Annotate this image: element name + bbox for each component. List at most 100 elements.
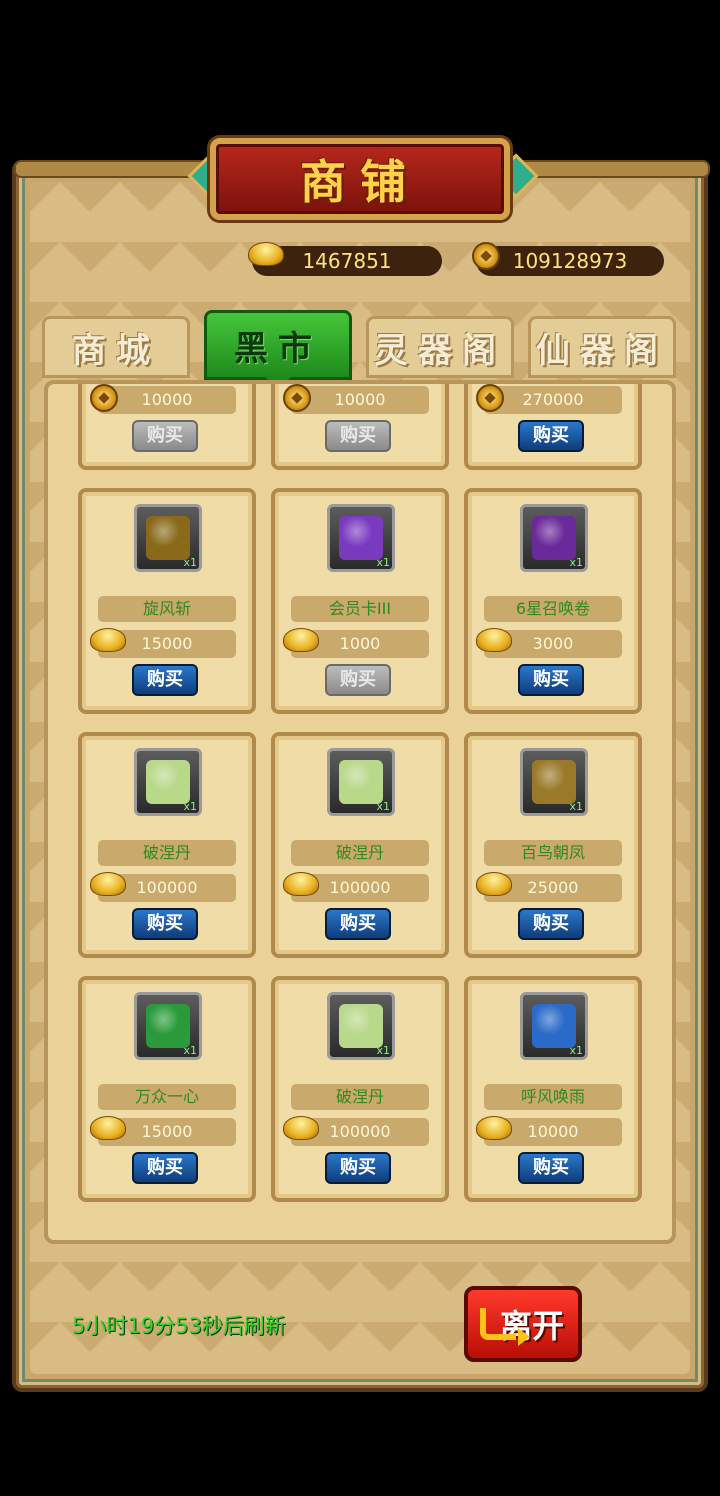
banner-wing-right — [510, 160, 710, 178]
item-list[interactable]: 会员卡II10000购买会员卡II10000购买完美黑宝石270000购买x1旋… — [44, 380, 676, 1244]
item-price: 10000 — [283, 384, 429, 414]
item-price-value: 10000 — [141, 390, 193, 409]
gold-coin-icon — [476, 384, 504, 421]
item-card: 完美黑宝石270000购买 — [464, 384, 642, 470]
gold-ingot-icon — [476, 1116, 512, 1149]
item-name: 旋风斩 — [98, 596, 236, 622]
coin-amount: 109128973 — [512, 249, 628, 273]
item-quantity: x1 — [569, 800, 583, 813]
ingot-amount: 1467851 — [302, 249, 392, 273]
item-price: 15000 — [90, 628, 236, 658]
item-art-icon — [146, 760, 190, 804]
item-price-value: 100000 — [329, 878, 391, 897]
gold-coin-icon — [283, 384, 311, 421]
item-price-value: 10000 — [334, 390, 386, 409]
tab-black-market[interactable]: 黑市 — [204, 310, 352, 380]
buy-button[interactable]: 购买 — [132, 908, 198, 940]
item-thumbnail[interactable]: x1 — [134, 992, 202, 1060]
item-art-icon — [146, 1004, 190, 1048]
item-price-value: 100000 — [329, 1122, 391, 1141]
item-price: 100000 — [283, 1116, 429, 1146]
exit-arrow-icon — [480, 1308, 530, 1346]
gold-ingot-icon — [476, 628, 512, 661]
buy-button[interactable]: 购买 — [518, 664, 584, 696]
leave-button[interactable]: 离开 — [464, 1286, 582, 1362]
item-thumbnail[interactable]: x1 — [327, 504, 395, 572]
item-art-icon — [146, 516, 190, 560]
item-grid: 会员卡II10000购买会员卡II10000购买完美黑宝石270000购买x1旋… — [78, 384, 658, 1202]
gold-coin-icon — [90, 384, 118, 421]
tab-spirit-pavilion[interactable]: 灵器阁 — [366, 316, 514, 378]
item-name: 百鸟朝凤 — [484, 840, 622, 866]
tab-immortal-pavilion[interactable]: 仙器阁 — [528, 316, 676, 378]
banner-wing-left — [14, 160, 214, 178]
buy-button[interactable]: 购买 — [325, 1152, 391, 1184]
item-thumbnail[interactable]: x1 — [520, 504, 588, 572]
item-price: 1000 — [283, 628, 429, 658]
title-banner: 商铺 — [210, 138, 510, 220]
gold-ingot-icon — [283, 1116, 319, 1149]
item-thumbnail[interactable]: x1 — [134, 504, 202, 572]
item-art-icon — [532, 1004, 576, 1048]
item-price-value: 270000 — [522, 390, 584, 409]
item-price: 10000 — [90, 384, 236, 414]
gold-ingot-icon — [90, 628, 126, 661]
buy-button[interactable]: 购买 — [518, 908, 584, 940]
item-name: 会员卡III — [291, 596, 429, 622]
item-thumbnail[interactable]: x1 — [327, 992, 395, 1060]
item-name: 万众一心 — [98, 1084, 236, 1110]
item-thumbnail[interactable]: x1 — [520, 992, 588, 1060]
item-name: 破涅丹 — [291, 1084, 429, 1110]
item-card: x1 旋风斩 15000 购买 — [78, 488, 256, 714]
item-card: x1 破涅丹 100000 购买 — [271, 732, 449, 958]
buy-button[interactable]: 购买 — [518, 420, 584, 452]
item-quantity: x1 — [183, 556, 197, 569]
item-quantity: x1 — [183, 1044, 197, 1057]
item-art-icon — [339, 516, 383, 560]
item-price-value: 1000 — [339, 634, 381, 653]
page-title: 商铺 — [300, 155, 420, 209]
item-thumbnail[interactable]: x1 — [520, 748, 588, 816]
item-thumbnail[interactable]: x1 — [134, 748, 202, 816]
buy-button[interactable]: 购买 — [325, 908, 391, 940]
item-name: 6星召唤卷 — [484, 596, 622, 622]
item-art-icon — [532, 760, 576, 804]
item-price: 15000 — [90, 1116, 236, 1146]
buy-button[interactable]: 购买 — [132, 1152, 198, 1184]
item-thumbnail[interactable]: x1 — [327, 748, 395, 816]
gold-ingot-icon — [283, 628, 319, 661]
gold-ingot-icon — [90, 872, 126, 905]
item-price: 270000 — [476, 384, 622, 414]
item-price-value: 10000 — [527, 1122, 579, 1141]
item-price-value: 25000 — [527, 878, 579, 897]
buy-button[interactable]: 购买 — [325, 664, 391, 696]
item-price-value: 15000 — [141, 634, 193, 653]
item-card: 会员卡II10000购买 — [78, 384, 256, 470]
item-card: x1 万众一心 15000 购买 — [78, 976, 256, 1202]
gold-coin-icon — [472, 242, 500, 275]
tab-mall[interactable]: 商城 — [42, 316, 190, 378]
gold-ingot-icon — [476, 872, 512, 905]
item-price: 10000 — [476, 1116, 622, 1146]
item-quantity: x1 — [376, 1044, 390, 1057]
buy-button[interactable]: 购买 — [518, 1152, 584, 1184]
item-price-value: 15000 — [141, 1122, 193, 1141]
item-card: x1 破涅丹 100000 购买 — [78, 732, 256, 958]
buy-button[interactable]: 购买 — [325, 420, 391, 452]
item-price-value: 3000 — [532, 634, 574, 653]
buy-button[interactable]: 购买 — [132, 664, 198, 696]
item-name: 呼风唤雨 — [484, 1084, 622, 1110]
item-quantity: x1 — [376, 800, 390, 813]
item-art-icon — [339, 760, 383, 804]
item-name: 破涅丹 — [291, 840, 429, 866]
item-art-icon — [339, 1004, 383, 1048]
item-card: 会员卡II10000购买 — [271, 384, 449, 470]
item-price: 100000 — [90, 872, 236, 902]
item-quantity: x1 — [183, 800, 197, 813]
item-card: x1 破涅丹 100000 购买 — [271, 976, 449, 1202]
item-price: 25000 — [476, 872, 622, 902]
buy-button[interactable]: 购买 — [132, 420, 198, 452]
item-card: x1 百鸟朝凤 25000 购买 — [464, 732, 642, 958]
item-price: 3000 — [476, 628, 622, 658]
item-name: 破涅丹 — [98, 840, 236, 866]
